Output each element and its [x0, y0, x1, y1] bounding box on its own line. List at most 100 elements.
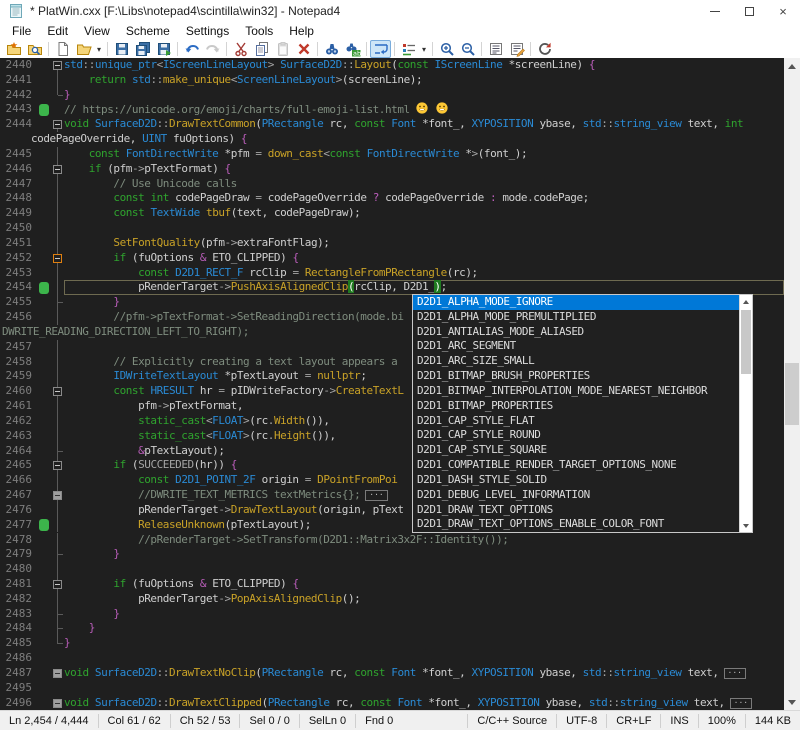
- modify-document-button[interactable]: [506, 40, 527, 58]
- cut-button[interactable]: [230, 40, 251, 58]
- save-all-button[interactable]: [132, 40, 153, 58]
- fold-collapse-icon[interactable]: [53, 165, 62, 174]
- marker-margin[interactable]: [38, 266, 52, 281]
- fold-expand-icon[interactable]: [53, 491, 62, 500]
- code-text[interactable]: // https://unicode.org/emoji/charts/full…: [64, 102, 784, 117]
- save-copy-button[interactable]: [153, 40, 174, 58]
- marker-margin[interactable]: [38, 429, 52, 444]
- marker-margin[interactable]: [38, 681, 52, 696]
- editor-vertical-scrollbar[interactable]: [784, 58, 800, 710]
- browse-folder-button[interactable]: [24, 40, 45, 58]
- autocomplete-item[interactable]: D2D1_CAP_STYLE_ROUND: [413, 428, 739, 443]
- marker-margin[interactable]: [38, 162, 52, 177]
- minimize-button[interactable]: [698, 0, 732, 22]
- marker-margin[interactable]: [38, 488, 52, 503]
- fold-collapse-icon[interactable]: [53, 120, 62, 129]
- code-text[interactable]: if (fuOptions & ETO_CLIPPED) {: [64, 251, 784, 266]
- marker-margin[interactable]: [38, 340, 52, 355]
- replace-button[interactable]: ab: [342, 40, 363, 58]
- code-text[interactable]: SetFontQuality(pfm->extraFontFlag);: [64, 236, 784, 251]
- status-selection-count[interactable]: Sel 0 / 0: [240, 714, 298, 728]
- scheme-config-dropdown-caret-icon[interactable]: ▾: [419, 40, 429, 58]
- code-text[interactable]: const D2D1_RECT_F rcClip = RectangleFrom…: [64, 266, 784, 281]
- code-text[interactable]: const TextWide tbuf(text, codePageDraw);: [64, 206, 784, 221]
- scheme-config-button[interactable]: [398, 40, 419, 58]
- code-text[interactable]: codePageOverride, UINT fuOptions) {: [0, 132, 784, 147]
- code-text[interactable]: std::unique_ptr<IScreenLineLayout> Surfa…: [64, 58, 784, 73]
- menu-item-scheme[interactable]: Scheme: [118, 23, 178, 39]
- autocomplete-scroll-up-icon[interactable]: [740, 295, 752, 308]
- menu-item-help[interactable]: Help: [281, 23, 322, 39]
- marker-margin[interactable]: [38, 117, 52, 132]
- scroll-down-icon[interactable]: [784, 694, 800, 710]
- code-text[interactable]: [64, 562, 784, 577]
- fold-ellipsis-icon[interactable]: ···: [724, 668, 746, 679]
- status-find-count[interactable]: Fnd 0: [356, 714, 402, 728]
- status-syntax-scheme[interactable]: C/C++ Source: [468, 714, 556, 728]
- status-insert-mode[interactable]: INS: [661, 714, 697, 728]
- code-text[interactable]: [64, 221, 784, 236]
- menu-item-file[interactable]: File: [4, 23, 39, 39]
- status-encoding[interactable]: UTF-8: [557, 714, 606, 728]
- fold-collapse-icon[interactable]: [53, 461, 62, 470]
- menu-item-settings[interactable]: Settings: [178, 23, 237, 39]
- code-text[interactable]: // Use Unicode calls: [64, 177, 784, 192]
- code-text[interactable]: return std::make_unique<ScreenLineLayout…: [64, 73, 784, 88]
- marker-margin[interactable]: [38, 236, 52, 251]
- code-text[interactable]: }: [64, 607, 784, 622]
- autocomplete-item[interactable]: D2D1_DRAW_TEXT_OPTIONS_ENABLE_COLOR_FONT: [413, 517, 739, 532]
- marker-margin[interactable]: [38, 73, 52, 88]
- fold-expand-icon[interactable]: [53, 669, 62, 678]
- status-column-position[interactable]: Col 61 / 62: [99, 714, 170, 728]
- redo-button[interactable]: [202, 40, 223, 58]
- marker-margin[interactable]: [38, 384, 52, 399]
- fold-collapse-icon[interactable]: [53, 580, 62, 589]
- zoom-out-button[interactable]: [457, 40, 478, 58]
- autocomplete-item[interactable]: D2D1_BITMAP_BRUSH_PROPERTIES: [413, 369, 739, 384]
- zoom-in-button[interactable]: [436, 40, 457, 58]
- fold-ellipsis-icon[interactable]: ···: [365, 490, 387, 501]
- marker-margin[interactable]: [38, 369, 52, 384]
- marker-margin[interactable]: [38, 177, 52, 192]
- open-recent-folder-button[interactable]: [3, 40, 24, 58]
- marker-margin[interactable]: [38, 547, 52, 562]
- fold-collapse-icon[interactable]: [53, 387, 62, 396]
- marker-margin[interactable]: [38, 562, 52, 577]
- code-text[interactable]: void SurfaceD2D::DrawTextNoClip(PRectang…: [64, 666, 784, 681]
- marker-margin[interactable]: [38, 518, 52, 533]
- marker-margin[interactable]: [38, 577, 52, 592]
- autocomplete-item[interactable]: D2D1_CAP_STYLE_FLAT: [413, 414, 739, 429]
- autocomplete-scrollbar-thumb[interactable]: [741, 310, 751, 374]
- scroll-up-icon[interactable]: [784, 58, 800, 74]
- marker-margin[interactable]: [38, 651, 52, 666]
- marker-margin[interactable]: [38, 88, 52, 103]
- undo-button[interactable]: [181, 40, 202, 58]
- code-text[interactable]: [64, 681, 784, 696]
- autocomplete-item[interactable]: D2D1_ANTIALIAS_MODE_ALIASED: [413, 325, 739, 340]
- close-button[interactable]: ×: [766, 0, 800, 22]
- marker-margin[interactable]: [38, 295, 52, 310]
- delete-button[interactable]: [293, 40, 314, 58]
- code-text[interactable]: }: [64, 636, 784, 651]
- code-text[interactable]: const FontDirectWrite *pfm = down_cast<c…: [64, 147, 784, 162]
- code-text[interactable]: [64, 651, 784, 666]
- marker-margin[interactable]: [38, 147, 52, 162]
- marker-margin[interactable]: [38, 102, 52, 117]
- autocomplete-item[interactable]: D2D1_ARC_SEGMENT: [413, 339, 739, 354]
- fold-ellipsis-icon[interactable]: ···: [730, 698, 752, 709]
- save-button[interactable]: [111, 40, 132, 58]
- word-wrap-button[interactable]: [370, 40, 391, 58]
- autocomplete-item[interactable]: D2D1_DEBUG_LEVEL_INFORMATION: [413, 488, 739, 503]
- marker-margin[interactable]: [38, 399, 52, 414]
- autocomplete-item[interactable]: D2D1_BITMAP_PROPERTIES: [413, 399, 739, 414]
- marker-margin[interactable]: [38, 58, 52, 73]
- autocomplete-item[interactable]: D2D1_ALPHA_MODE_IGNORE: [413, 295, 739, 310]
- autocomplete-item[interactable]: D2D1_CAP_STYLE_SQUARE: [413, 443, 739, 458]
- view-document-button[interactable]: [485, 40, 506, 58]
- marker-margin[interactable]: [38, 458, 52, 473]
- marker-margin[interactable]: [38, 533, 52, 548]
- marker-margin[interactable]: [38, 191, 52, 206]
- autocomplete-item[interactable]: D2D1_BITMAP_INTERPOLATION_MODE_NEAREST_N…: [413, 384, 739, 399]
- marker-margin[interactable]: [38, 414, 52, 429]
- marker-margin[interactable]: [38, 473, 52, 488]
